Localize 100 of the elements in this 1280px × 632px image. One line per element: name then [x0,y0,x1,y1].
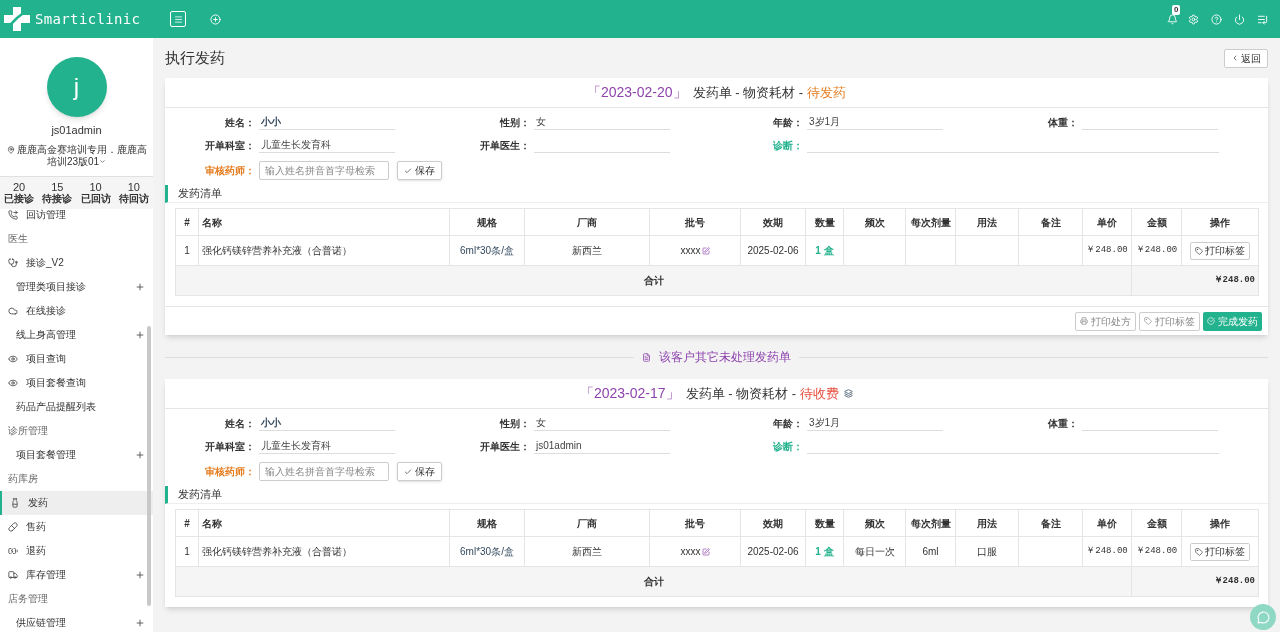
column-header: 批号 [649,509,741,537]
save-button[interactable]: 保存 [397,462,442,481]
add-icon[interactable] [210,13,222,25]
field-value: 女 [534,114,670,130]
column-header: 备注 [1018,509,1083,537]
print-label-button[interactable]: 打印标签 [1190,241,1250,260]
table-cell: ￥248.00 [1082,536,1132,567]
menu-item[interactable]: 发药 [0,490,153,515]
menu-item-icon [8,257,18,268]
expand-icon[interactable] [135,617,145,628]
sidebar-toggle-button[interactable] [170,11,187,27]
menu-item[interactable]: 在线接诊 [0,298,153,323]
column-header: 金额 [1131,509,1182,537]
column-header: 规格 [449,509,525,537]
expand-icon[interactable] [135,449,145,460]
field-value: 女 [534,415,670,431]
print-label-button[interactable]: 打印标签 [1190,542,1250,561]
table-cell: 2025-02-06 [740,235,806,266]
field-value: 3岁1月 [807,415,943,431]
chat-icon [1256,610,1270,624]
total-amount: ￥248.00 [1131,265,1259,296]
table-cell: 每日一次 [843,536,906,567]
menu-item-icon [8,305,18,316]
table-cell: 新西兰 [524,536,650,567]
table-cell: xxxx [649,235,741,266]
list-icon[interactable] [1257,13,1268,25]
edit-icon[interactable] [701,247,710,256]
field-label: 开单医生： [479,440,531,454]
column-header: 操作 [1181,509,1259,537]
tag-icon [1195,547,1203,556]
username: js01admin [51,123,102,138]
menu-item[interactable]: 售药 [0,514,153,539]
menu-item-icon [8,569,18,580]
column-header: 频次 [843,208,906,236]
field-value: 小小 [259,114,395,130]
chat-button[interactable] [1250,604,1276,630]
table-cell: 强化钙镁锌营养补充液（合普诺） [198,536,450,567]
field-label: 开单科室： [204,440,256,454]
menu-section-title: 医生 [8,232,28,246]
table-cell [905,235,956,266]
document-icon [642,352,651,362]
menu-item-icon [8,209,18,220]
stat-label: 已回访 [80,192,111,205]
printer-icon [1080,317,1088,325]
section-title: 发药清单 [178,487,222,503]
stat-value: 10 [89,180,102,193]
order-status: 待收费 [800,384,840,403]
edit-icon[interactable] [701,548,710,557]
table-cell: 1 盒 [805,235,844,266]
print-button[interactable]: 打印处方 [1075,311,1136,331]
menu-item[interactable]: 项目查询 [0,346,153,371]
field-value: 3岁1月 [807,114,943,130]
menu-item[interactable]: 接诊_V2 [0,250,153,275]
help-icon[interactable] [1211,13,1222,25]
column-header: 厂商 [524,208,650,236]
expand-icon[interactable] [135,281,145,292]
clinic-selector[interactable]: 鹿鹿高金赛培训专用．鹿鹿高培训23版01 [0,143,153,168]
settings-icon[interactable] [1188,13,1199,25]
scrollbar[interactable] [147,326,151,606]
table-cell: 1 [175,536,199,567]
field-label: 体重： [1047,116,1079,130]
column-header: 名称 [198,509,450,537]
notification-icon[interactable] [1167,13,1178,25]
menu-item[interactable]: 项目套餐查询 [0,370,153,395]
menu-item[interactable]: 线上身高管理 [0,322,153,347]
caret-icon [99,158,107,166]
expand-icon[interactable] [135,329,145,340]
total-label: 合计 [175,566,1132,597]
order-date: 「2023-02-20」 [586,83,687,102]
order-date: 「2023-02-17」 [579,384,680,403]
back-button[interactable]: 返回 [1224,48,1268,68]
column-header: 数量 [805,208,844,236]
save-button[interactable]: 保存 [397,161,442,180]
pharmacist-search-field[interactable]: 输入姓名拼音首字母检索 [259,161,389,180]
print-button[interactable]: 打印标签 [1139,311,1200,331]
column-header: 金额 [1131,208,1182,236]
layers-icon[interactable] [844,389,854,398]
menu-item-icon [10,497,20,508]
menu-item[interactable]: 供应链管理 [0,610,153,632]
expand-icon[interactable] [135,569,145,580]
menu-item[interactable]: 项目套餐管理 [0,442,153,467]
menu-item-icon [8,353,18,364]
menu-item[interactable]: 库存管理 [0,562,153,587]
power-icon[interactable] [1234,13,1245,25]
menu-item[interactable]: 药品产品提醒列表 [0,394,153,419]
table-cell: 新西兰 [524,235,650,266]
menu-section-title: 诊所管理 [8,424,48,438]
menu-section-title: 药库房 [8,472,38,486]
field-label: 开单医生： [479,139,531,153]
menu-item[interactable]: 管理类项目接诊 [0,274,153,299]
table-cell: ￥248.00 [1131,536,1182,567]
other-orders-divider-title: 该客户其它未处理发药单 [659,349,791,366]
order-status: 待发药 [807,83,847,102]
menu-item[interactable]: 退药 [0,538,153,563]
field-label: 年龄： [772,417,804,431]
pharmacist-search-field[interactable]: 输入姓名拼音首字母检索 [259,462,389,481]
table-cell [955,235,1019,266]
menu-item-icon [8,521,18,532]
field-value: 小小 [259,415,395,431]
field-label: 体重： [1047,417,1079,431]
